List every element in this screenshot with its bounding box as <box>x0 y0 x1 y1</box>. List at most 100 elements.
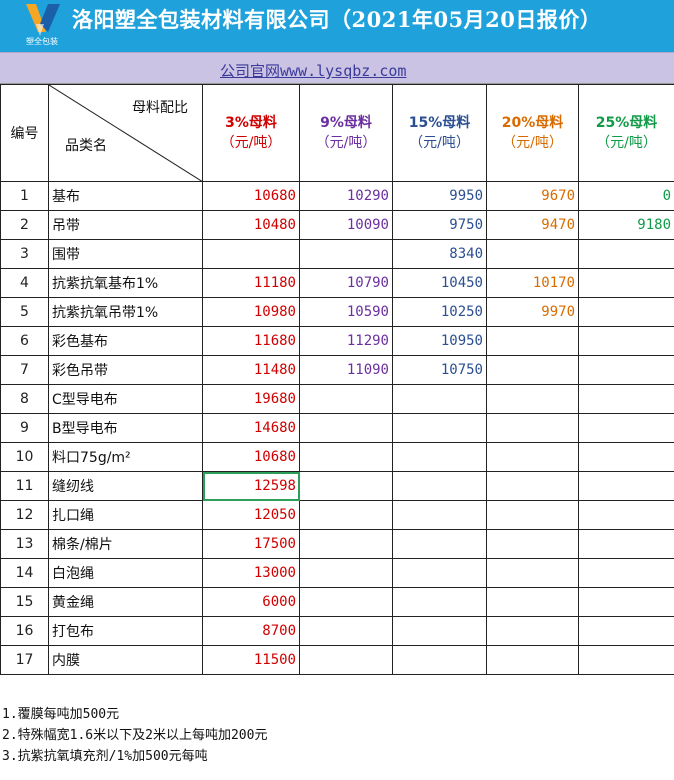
price-cell[interactable]: 10790 <box>299 268 393 298</box>
price-cell[interactable]: 11290 <box>299 326 393 356</box>
price-cell[interactable]: 10750 <box>392 355 487 385</box>
price-cell[interactable] <box>299 239 393 269</box>
row-number[interactable]: 6 <box>0 326 49 356</box>
row-number[interactable]: 16 <box>0 616 49 646</box>
product-name-cell[interactable]: C型导电布 <box>48 384 203 414</box>
price-cell[interactable] <box>299 529 393 559</box>
product-name-cell[interactable]: 围带 <box>48 239 203 269</box>
price-cell[interactable] <box>486 616 579 646</box>
price-cell[interactable] <box>486 558 579 588</box>
price-cell[interactable] <box>392 558 487 588</box>
selected-price-cell[interactable]: 12598 <box>202 471 300 501</box>
price-cell[interactable]: 0 <box>578 181 674 211</box>
price-cell[interactable]: 8340 <box>392 239 487 269</box>
price-cell[interactable] <box>299 471 393 501</box>
price-cell[interactable] <box>486 239 579 269</box>
row-number[interactable]: 10 <box>0 442 49 472</box>
price-cell[interactable] <box>392 500 487 530</box>
price-cell[interactable] <box>392 413 487 443</box>
product-name-cell[interactable]: 黄金绳 <box>48 587 203 617</box>
row-number[interactable]: 2 <box>0 210 49 240</box>
product-name-cell[interactable]: 打包布 <box>48 616 203 646</box>
price-cell[interactable]: 10090 <box>299 210 393 240</box>
price-cell[interactable] <box>578 442 674 472</box>
row-number[interactable]: 14 <box>0 558 49 588</box>
product-name-cell[interactable]: 彩色基布 <box>48 326 203 356</box>
price-cell[interactable]: 10980 <box>202 297 300 327</box>
price-cell[interactable] <box>392 529 487 559</box>
price-cell[interactable] <box>486 500 579 530</box>
price-cell[interactable] <box>578 384 674 414</box>
product-name-cell[interactable]: 吊带 <box>48 210 203 240</box>
product-name-cell[interactable]: 内膜 <box>48 645 203 675</box>
price-cell[interactable]: 9180 <box>578 210 674 240</box>
price-cell[interactable]: 19680 <box>202 384 300 414</box>
price-cell[interactable] <box>392 442 487 472</box>
price-cell[interactable]: 6000 <box>202 587 300 617</box>
price-cell[interactable] <box>202 239 300 269</box>
product-name-cell[interactable]: 白泡绳 <box>48 558 203 588</box>
product-name-cell[interactable]: 缝纫线 <box>48 471 203 501</box>
price-cell[interactable] <box>578 529 674 559</box>
price-cell[interactable] <box>299 500 393 530</box>
price-cell[interactable]: 10950 <box>392 326 487 356</box>
product-name-cell[interactable]: 扎口绳 <box>48 500 203 530</box>
price-cell[interactable] <box>486 413 579 443</box>
price-cell[interactable]: 10170 <box>486 268 579 298</box>
row-number[interactable]: 4 <box>0 268 49 298</box>
price-cell[interactable] <box>486 442 579 472</box>
price-cell[interactable] <box>578 326 674 356</box>
price-cell[interactable] <box>486 384 579 414</box>
price-cell[interactable]: 9970 <box>486 297 579 327</box>
price-cell[interactable] <box>578 297 674 327</box>
price-cell[interactable]: 14680 <box>202 413 300 443</box>
price-cell[interactable]: 9750 <box>392 210 487 240</box>
row-number[interactable]: 7 <box>0 355 49 385</box>
row-number[interactable]: 1 <box>0 181 49 211</box>
price-cell[interactable]: 10450 <box>392 268 487 298</box>
price-cell[interactable]: 10480 <box>202 210 300 240</box>
price-cell[interactable]: 11680 <box>202 326 300 356</box>
price-cell[interactable] <box>392 471 487 501</box>
row-number[interactable]: 3 <box>0 239 49 269</box>
price-cell[interactable]: 11090 <box>299 355 393 385</box>
row-number[interactable]: 5 <box>0 297 49 327</box>
price-cell[interactable] <box>578 645 674 675</box>
price-cell[interactable] <box>392 384 487 414</box>
website-link[interactable]: 公司官网www.lysqbz.com <box>220 60 406 81</box>
price-cell[interactable]: 11480 <box>202 355 300 385</box>
product-name-cell[interactable]: B型导电布 <box>48 413 203 443</box>
price-cell[interactable]: 10250 <box>392 297 487 327</box>
row-number[interactable]: 9 <box>0 413 49 443</box>
row-number[interactable]: 12 <box>0 500 49 530</box>
price-cell[interactable] <box>299 558 393 588</box>
row-number[interactable]: 17 <box>0 645 49 675</box>
price-cell[interactable]: 10290 <box>299 181 393 211</box>
price-cell[interactable] <box>578 239 674 269</box>
price-cell[interactable]: 11180 <box>202 268 300 298</box>
price-cell[interactable] <box>486 355 579 385</box>
price-cell[interactable]: 12050 <box>202 500 300 530</box>
price-cell[interactable] <box>299 587 393 617</box>
price-cell[interactable] <box>392 616 487 646</box>
price-cell[interactable] <box>392 645 487 675</box>
price-cell[interactable]: 9470 <box>486 210 579 240</box>
row-number[interactable]: 13 <box>0 529 49 559</box>
product-name-cell[interactable]: 基布 <box>48 181 203 211</box>
price-cell[interactable]: 10680 <box>202 442 300 472</box>
price-cell[interactable] <box>578 616 674 646</box>
price-cell[interactable]: 9950 <box>392 181 487 211</box>
price-cell[interactable]: 17500 <box>202 529 300 559</box>
price-cell[interactable] <box>299 616 393 646</box>
price-cell[interactable]: 10590 <box>299 297 393 327</box>
row-number[interactable]: 8 <box>0 384 49 414</box>
row-number[interactable]: 11 <box>0 471 49 501</box>
price-cell[interactable] <box>578 268 674 298</box>
price-cell[interactable] <box>578 355 674 385</box>
price-cell[interactable] <box>299 384 393 414</box>
product-name-cell[interactable]: 彩色吊带 <box>48 355 203 385</box>
price-cell[interactable]: 9670 <box>486 181 579 211</box>
product-name-cell[interactable]: 料口75g/m² <box>48 442 203 472</box>
price-cell[interactable]: 13000 <box>202 558 300 588</box>
price-cell[interactable] <box>486 587 579 617</box>
